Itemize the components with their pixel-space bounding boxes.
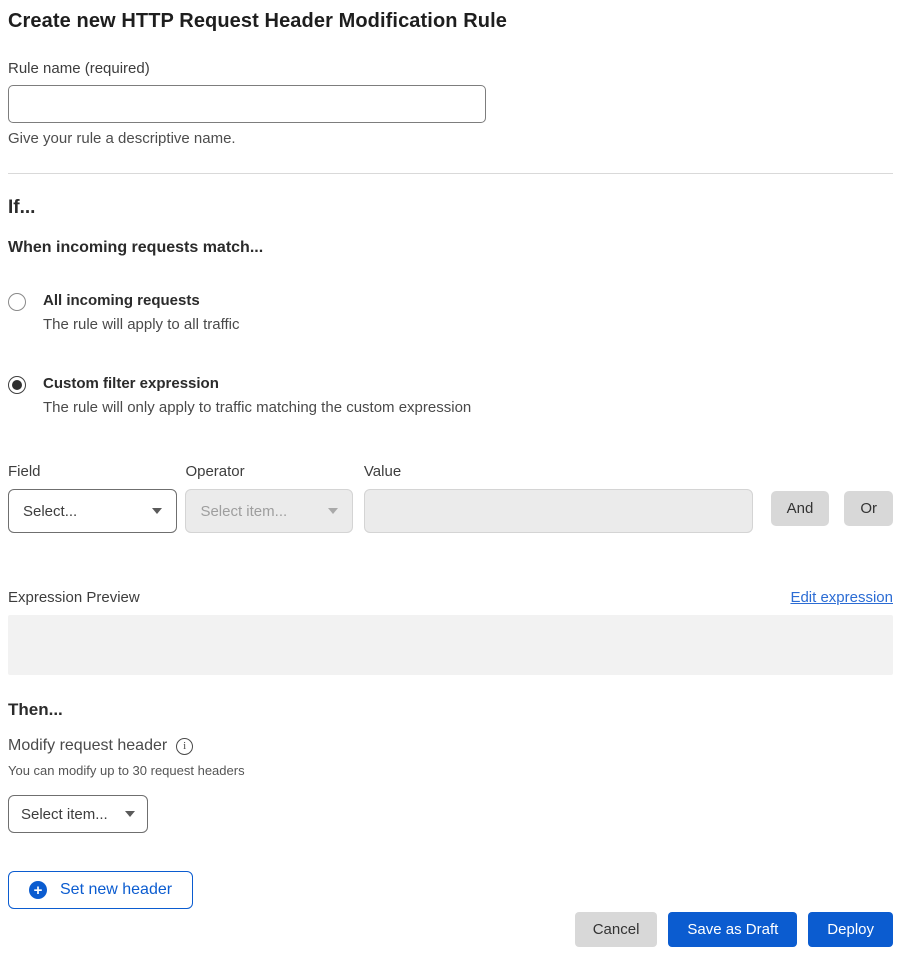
radio-option-all-incoming[interactable]: All incoming requests The rule will appl… bbox=[8, 292, 893, 333]
if-heading: If... bbox=[8, 197, 893, 219]
modify-help-text: You can modify up to 30 request headers bbox=[8, 763, 893, 778]
value-column: Value bbox=[364, 463, 753, 533]
create-rule-form: Create new HTTP Request Header Modificat… bbox=[0, 0, 899, 947]
operator-select-value: Select item... bbox=[200, 503, 287, 520]
field-label: Field bbox=[8, 463, 177, 480]
value-input bbox=[364, 489, 753, 533]
radio-label: Custom filter expression bbox=[43, 375, 471, 393]
field-select[interactable]: Select... bbox=[8, 489, 177, 533]
footer-actions: Cancel Save as Draft Deploy bbox=[8, 912, 893, 947]
info-icon[interactable]: i bbox=[176, 738, 193, 755]
expression-preview-box bbox=[8, 615, 893, 675]
radio-unselected-icon[interactable] bbox=[8, 293, 26, 311]
plus-icon: + bbox=[29, 881, 47, 899]
expression-builder-row: Field Select... Operator Select item... … bbox=[8, 463, 893, 533]
set-new-header-button[interactable]: + Set new header bbox=[8, 871, 193, 909]
set-new-header-label: Set new header bbox=[60, 881, 172, 899]
field-select-value: Select... bbox=[23, 503, 77, 520]
field-column: Field Select... bbox=[8, 463, 177, 533]
then-heading: Then... bbox=[8, 700, 893, 720]
page-title: Create new HTTP Request Header Modificat… bbox=[8, 10, 893, 33]
chevron-down-icon bbox=[152, 508, 162, 514]
match-subheading: When incoming requests match... bbox=[8, 239, 893, 257]
radio-option-custom-filter[interactable]: Custom filter expression The rule will o… bbox=[8, 375, 893, 416]
radio-selected-icon[interactable] bbox=[8, 376, 26, 394]
radio-option-text: Custom filter expression The rule will o… bbox=[43, 375, 471, 416]
edit-expression-link[interactable]: Edit expression bbox=[790, 589, 893, 606]
expression-preview-label: Expression Preview bbox=[8, 589, 140, 606]
section-divider bbox=[8, 173, 893, 174]
radio-label: All incoming requests bbox=[43, 292, 239, 310]
radio-description: The rule will only apply to traffic matc… bbox=[43, 399, 471, 416]
chevron-down-icon bbox=[125, 811, 135, 817]
rule-name-input[interactable] bbox=[8, 85, 486, 123]
and-or-buttons: And Or bbox=[771, 491, 893, 526]
operator-label: Operator bbox=[185, 463, 352, 480]
save-as-draft-button[interactable]: Save as Draft bbox=[668, 912, 797, 947]
value-label: Value bbox=[364, 463, 753, 480]
chevron-down-icon bbox=[328, 508, 338, 514]
or-button[interactable]: Or bbox=[844, 491, 893, 526]
deploy-button[interactable]: Deploy bbox=[808, 912, 893, 947]
radio-option-text: All incoming requests The rule will appl… bbox=[43, 292, 239, 333]
header-action-select-value: Select item... bbox=[21, 806, 108, 823]
expression-preview-header: Expression Preview Edit expression bbox=[8, 589, 893, 606]
modify-request-header-label: Modify request header bbox=[8, 737, 167, 755]
operator-select: Select item... bbox=[185, 489, 352, 533]
operator-column: Operator Select item... bbox=[185, 463, 352, 533]
rule-name-label: Rule name (required) bbox=[8, 60, 893, 77]
cancel-button[interactable]: Cancel bbox=[575, 912, 658, 947]
header-action-select[interactable]: Select item... bbox=[8, 795, 148, 833]
and-button[interactable]: And bbox=[771, 491, 830, 526]
modify-request-header-row: Modify request header i bbox=[8, 737, 893, 755]
radio-description: The rule will apply to all traffic bbox=[43, 316, 239, 333]
rule-name-help: Give your rule a descriptive name. bbox=[8, 130, 893, 147]
